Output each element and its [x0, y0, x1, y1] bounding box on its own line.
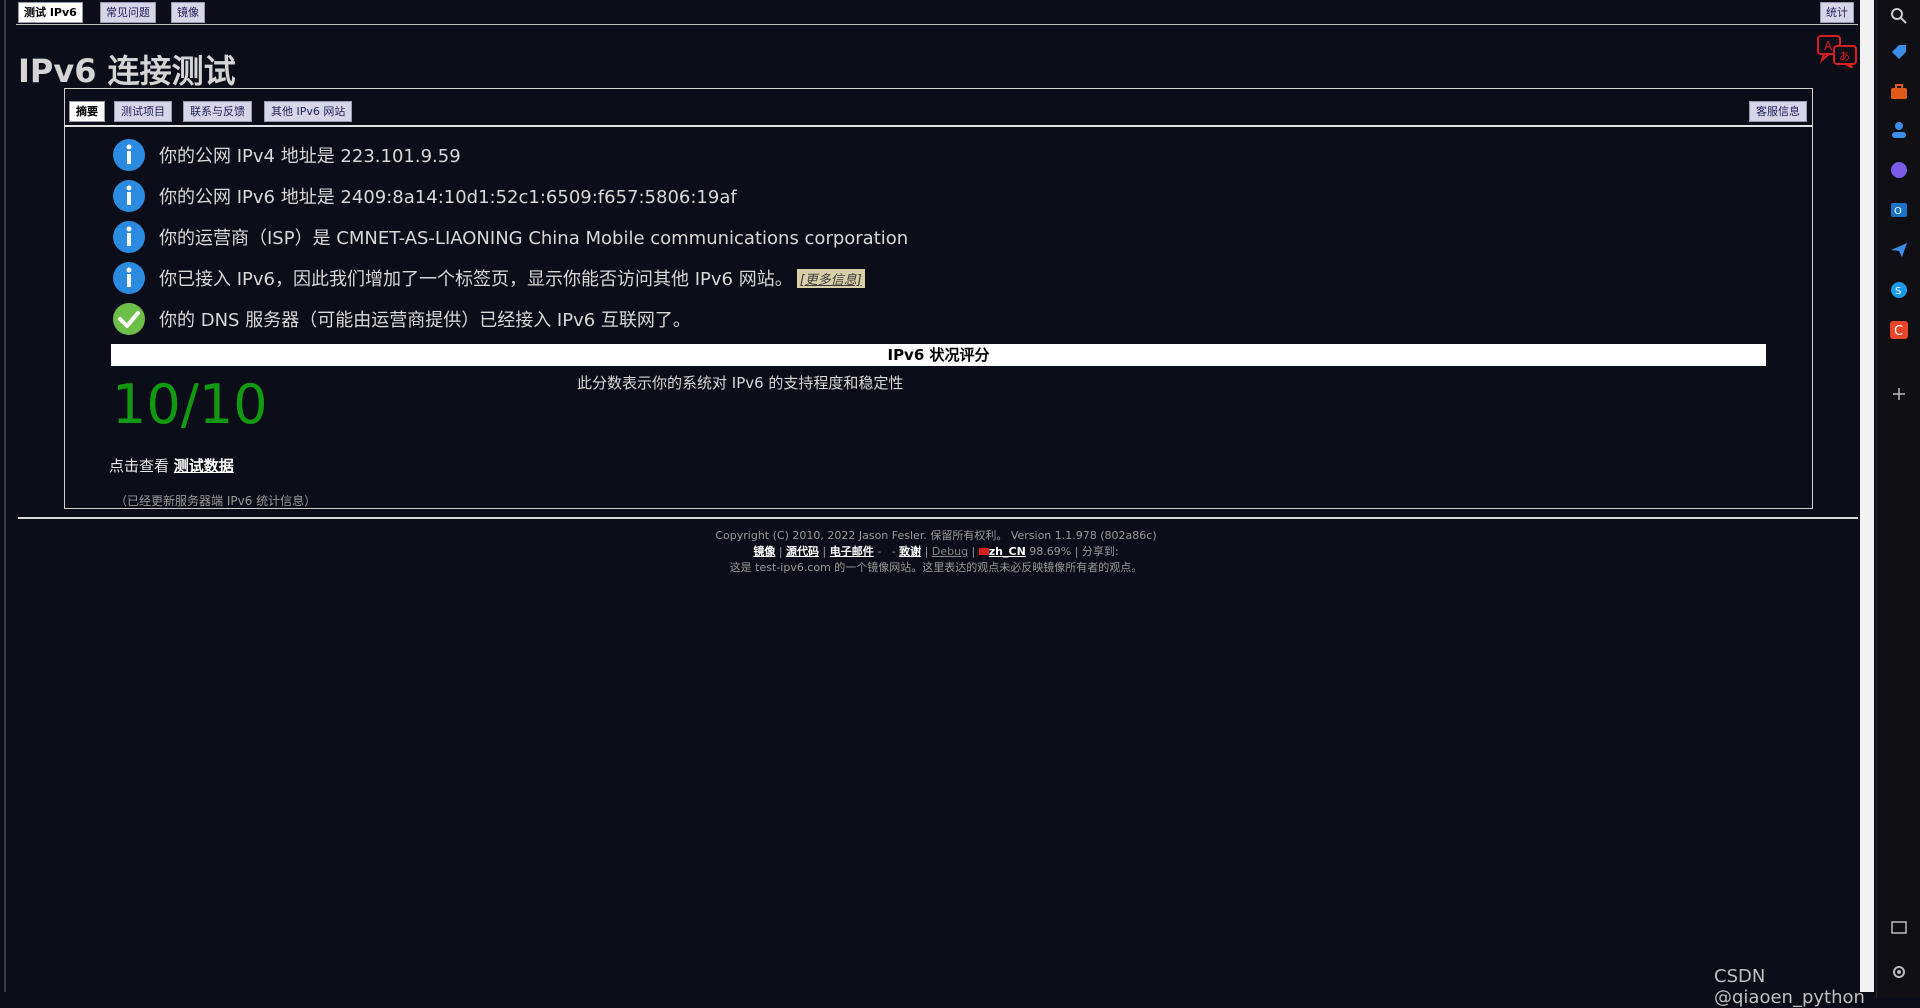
tab-other-sites[interactable]: 其他 IPv6 网站	[264, 101, 353, 122]
translate-icon[interactable]: A あ	[1816, 34, 1860, 68]
footer-link-email[interactable]: 电子邮件	[830, 545, 874, 558]
footer-link-source[interactable]: 源代码	[786, 545, 819, 558]
tab-mirrors[interactable]: 镜像	[171, 2, 205, 23]
search-icon[interactable]	[1889, 6, 1909, 26]
scrollbar[interactable]	[1860, 0, 1874, 992]
result-dns: 你的 DNS 服务器（可能由运营商提供）已经接入 IPv6 互联网了。	[112, 301, 691, 337]
tab-faq[interactable]: 常见问题	[100, 2, 156, 23]
outlook-icon[interactable]: O	[1889, 200, 1909, 220]
results-panel: 摘要 测试项目 联系与反馈 其他 IPv6 网站 客服信息 你的公网 IPv4 …	[64, 88, 1813, 509]
flag-icon	[978, 548, 989, 555]
panel-tabs: 摘要 测试项目 联系与反馈 其他 IPv6 网站 客服信息	[65, 89, 1812, 127]
info-icon	[113, 262, 145, 294]
footer-copyright: Copyright (C) 2010, 2022 Jason Fesler. 保…	[715, 529, 1157, 542]
view-data-prefix: 点击查看	[109, 457, 174, 475]
tab-support-info[interactable]: 客服信息	[1749, 101, 1807, 122]
footer-link-thanks[interactable]: 致谢	[899, 545, 921, 558]
add-icon[interactable]	[1889, 384, 1909, 404]
tab-summary[interactable]: 摘要	[69, 101, 105, 122]
result-text: 你已接入 IPv6，因此我们增加了一个标签页，显示你能否访问其他 IPv6 网站…	[159, 269, 793, 290]
screenshot-icon[interactable]	[1889, 918, 1909, 938]
footer-links: 镜像 | 源代码 | 电子邮件 - - 致谢 | Debug | zh_CN 9…	[753, 545, 1119, 558]
footer: Copyright (C) 2010, 2022 Jason Fesler. 保…	[6, 528, 1866, 576]
tab-test-ipv6[interactable]: 测试 IPv6	[18, 2, 83, 23]
result-text: 你的运营商（ISP）是 CMNET-AS-LIAONING China Mobi…	[159, 228, 909, 249]
top-nav: 测试 IPv6 常见问题 镜像 统计	[16, 0, 1858, 25]
briefcase-icon[interactable]	[1889, 82, 1909, 102]
page-title: IPv6 连接测试	[18, 52, 236, 90]
footer-link-mirrors[interactable]: 镜像	[753, 545, 775, 558]
result-isp: 你的运营商（ISP）是 CMNET-AS-LIAONING China Mobi…	[112, 219, 908, 255]
copilot-icon[interactable]	[1889, 160, 1909, 180]
result-ipv6-tab: 你已接入 IPv6，因此我们增加了一个标签页，显示你能否访问其他 IPv6 网站…	[112, 260, 865, 296]
person-icon[interactable]	[1889, 120, 1909, 140]
divider	[18, 517, 1858, 519]
svg-text:O: O	[1894, 206, 1902, 217]
result-text: 你的公网 IPv4 地址是 223.101.9.59	[159, 146, 461, 167]
more-info-link[interactable]: [更多信息]	[796, 268, 865, 288]
svg-text:A: A	[1824, 39, 1833, 53]
footer-percent: 98.69% | 分享到:	[1029, 545, 1119, 558]
result-ipv6: 你的公网 IPv6 地址是 2409:8a14:10d1:52c1:6509:f…	[112, 178, 737, 214]
score-value: 10/10	[112, 373, 268, 436]
result-ipv4: 你的公网 IPv4 地址是 223.101.9.59	[112, 137, 461, 173]
svg-text:C: C	[1894, 324, 1903, 339]
svg-text:S: S	[1895, 286, 1901, 297]
info-icon	[113, 221, 145, 253]
score-note: 此分数表示你的系统对 IPv6 的支持程度和稳定性	[577, 374, 904, 392]
browser-sidebar: O S C	[1876, 0, 1920, 998]
info-icon	[113, 139, 145, 171]
score-header: IPv6 状况评分	[111, 344, 1766, 366]
footer-link-debug[interactable]: Debug	[932, 545, 968, 558]
skype-icon[interactable]: S	[1889, 280, 1909, 300]
result-text: 你的 DNS 服务器（可能由运营商提供）已经接入 IPv6 互联网了。	[159, 310, 691, 331]
check-icon	[113, 303, 145, 335]
app-c-icon[interactable]: C	[1889, 320, 1909, 340]
footer-mirror-note: 这是 test-ipv6.com 的一个镜像网站。这里表达的观点未必反映镜像所有…	[729, 561, 1143, 574]
send-icon[interactable]	[1889, 240, 1909, 260]
browser-page: 测试 IPv6 常见问题 镜像 统计 IPv6 连接测试 A あ 摘要 测试项目…	[4, 0, 1862, 992]
watermark: CSDN @qiaoen_python	[1714, 966, 1865, 1008]
stats-note: （已经更新服务器端 IPv6 统计信息）	[115, 494, 317, 508]
result-text: 你的公网 IPv6 地址是 2409:8a14:10d1:52c1:6509:f…	[159, 187, 737, 208]
tab-stats[interactable]: 统计	[1820, 2, 1854, 23]
view-data: 点击查看 测试数据	[109, 455, 234, 476]
tab-contact[interactable]: 联系与反馈	[183, 101, 252, 122]
test-data-link[interactable]: 测试数据	[174, 457, 234, 475]
tab-tests[interactable]: 测试项目	[114, 101, 172, 122]
tag-icon[interactable]	[1889, 42, 1909, 62]
svg-text:あ: あ	[1839, 50, 1850, 63]
info-icon	[113, 180, 145, 212]
footer-link-locale[interactable]: zh_CN	[989, 545, 1026, 558]
